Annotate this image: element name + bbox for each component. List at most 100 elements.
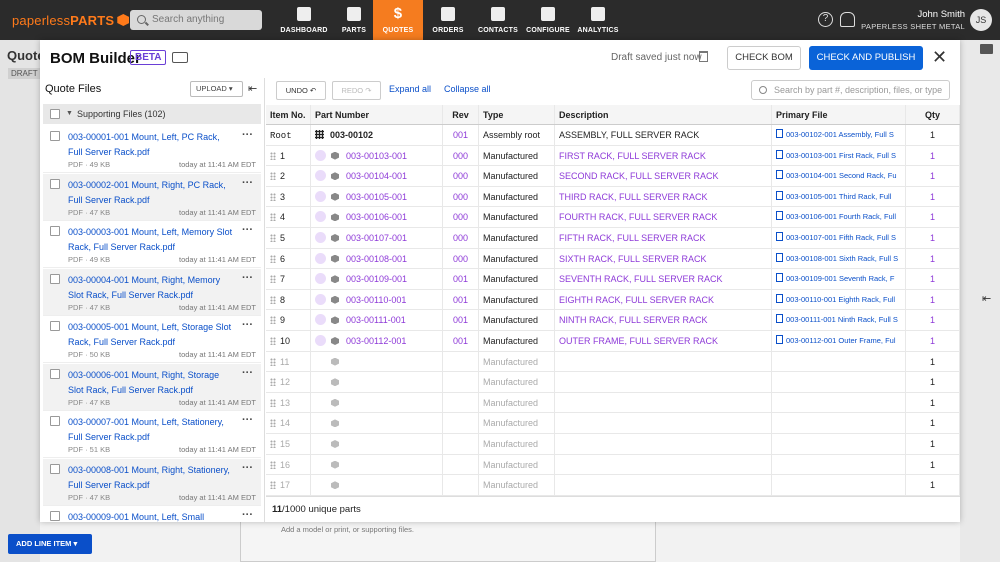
primary-file-link[interactable]: 003-00105-001 Third Rack, Full [786, 192, 891, 201]
file-checkbox[interactable] [50, 511, 60, 521]
drag-handle-icon[interactable] [270, 460, 276, 469]
drag-handle-icon[interactable] [270, 254, 276, 263]
primary-file-cell[interactable]: 003-00106-001 Fourth Rack, Full [772, 207, 906, 227]
type-cell[interactable]: Manufactured [479, 228, 555, 248]
add-model-dropzone[interactable]: Add a model or print, or supporting file… [240, 520, 656, 562]
more-options-icon[interactable]: ··· [242, 367, 253, 379]
bom-search-input[interactable]: Search by part #, description, files, or… [751, 80, 950, 100]
primary-file-cell[interactable] [772, 434, 906, 454]
quantity-cell[interactable]: 1 [906, 228, 960, 248]
nav-contacts[interactable]: CONTACTS [473, 0, 523, 40]
part-number-cell[interactable] [311, 413, 443, 433]
file-checkbox[interactable] [50, 131, 60, 141]
description-cell[interactable]: OUTER FRAME, FULL SERVER RACK [555, 331, 772, 351]
primary-file-link[interactable]: 003-00110-001 Eighth Rack, Full [786, 295, 895, 304]
file-item[interactable]: 003-00007-001 Mount, Left, Stationery, F… [43, 411, 261, 458]
type-cell[interactable]: Manufactured [479, 372, 555, 392]
collapse-panel-icon[interactable]: ⇤ [982, 292, 991, 305]
close-icon[interactable]: ✕ [932, 47, 947, 68]
drag-handle-icon[interactable] [270, 295, 276, 304]
revision-cell[interactable] [443, 392, 479, 413]
description-cell[interactable]: FIFTH RACK, FULL SERVER RACK [555, 228, 772, 248]
quantity-cell[interactable]: 1 [906, 475, 960, 495]
table-row[interactable]: 6 003-00108-001 000 Manufactured SIXTH RACK,… [266, 248, 960, 270]
part-number-cell[interactable]: 003-00109-001 [311, 269, 443, 289]
file-checkbox[interactable] [50, 416, 60, 426]
primary-file-cell[interactable]: 003-00108-001 Sixth Rack, Full S [772, 248, 906, 269]
more-options-icon[interactable]: ··· [242, 414, 253, 426]
quantity-cell[interactable]: 1 [906, 392, 960, 413]
quantity-cell[interactable]: 1 [906, 186, 960, 207]
quantity-cell[interactable]: 1 [906, 269, 960, 289]
table-row[interactable]: 11 Manufactured 1 [266, 351, 960, 373]
part-number-cell[interactable]: 003-00107-001 [311, 228, 443, 248]
ai-sparkle-icon[interactable] [315, 252, 326, 264]
description-cell[interactable]: FIRST RACK, FULL SERVER RACK [555, 145, 772, 166]
drag-handle-icon[interactable] [270, 337, 276, 345]
collapse-all-link[interactable]: Collapse all [444, 84, 491, 94]
revision-cell[interactable]: 001 [443, 269, 479, 289]
drag-handle-icon[interactable] [270, 234, 276, 242]
part-number-cell[interactable]: 003-00106-001 [311, 207, 443, 227]
revision-cell[interactable]: 000 [443, 145, 479, 166]
table-row[interactable]: 7 003-00109-001 001 Manufactured SEVENTH RAC… [266, 269, 960, 290]
ai-sparkle-icon[interactable] [315, 232, 326, 243]
description-cell[interactable] [555, 475, 772, 495]
root-row[interactable]: Root 003-00102 001 Assembly root ASSEMBLY, F… [266, 125, 960, 146]
paperless-parts-logo[interactable]: paperlessPARTS [12, 13, 130, 28]
file-item[interactable]: 003-00001-001 Mount, Left, PC Rack, Full… [43, 126, 261, 173]
type-cell[interactable]: Manufactured [479, 145, 555, 166]
drag-handle-icon[interactable] [270, 378, 276, 387]
more-options-icon[interactable]: ··· [242, 319, 253, 331]
quantity-cell[interactable]: 1 [906, 207, 960, 227]
part-number-cell[interactable]: 003-00105-001 [311, 186, 443, 207]
table-row[interactable]: 14 Manufactured 1 [266, 413, 960, 434]
file-item[interactable]: 003-00003-001 Mount, Left, Memory Slot R… [43, 221, 261, 268]
drag-handle-icon[interactable] [270, 440, 276, 448]
part-number-cell[interactable] [311, 392, 443, 413]
collapse-files-panel-icon[interactable]: ⇤ [248, 82, 257, 95]
quantity-cell[interactable]: 1 [906, 351, 960, 372]
primary-file-cell[interactable]: 003-00109-001 Seventh Rack, F [772, 269, 906, 289]
table-row[interactable]: 9 003-00111-001 001 Manufactured NINTH RACK,… [266, 310, 960, 331]
file-name-link[interactable]: 003-00004-001 Mount, Right, Memory Slot … [68, 273, 233, 303]
part-number-cell[interactable] [311, 454, 443, 475]
file-item[interactable]: 003-00002-001 Mount, Right, PC Rack, Ful… [43, 173, 261, 221]
quantity-cell[interactable]: 1 [906, 125, 960, 145]
file-item[interactable]: 003-00008-001 Mount, Right, Stationery, … [43, 458, 261, 506]
primary-file-cell[interactable]: 003-00105-001 Third Rack, Full [772, 186, 906, 207]
upload-button[interactable]: UPLOAD ▾ [190, 81, 243, 97]
primary-file-link[interactable]: 003-00103-001 First Rack, Full S [786, 151, 896, 160]
column-header[interactable]: Type [479, 105, 555, 124]
expand-all-link[interactable]: Expand all [389, 84, 431, 94]
part-number-cell[interactable] [311, 475, 443, 495]
revision-cell[interactable]: 001 [443, 310, 479, 330]
type-cell[interactable]: Manufactured [479, 351, 555, 372]
ai-sparkle-icon[interactable] [315, 190, 326, 202]
table-row[interactable]: 2 003-00104-001 000 Manufactured SECOND RACK… [266, 166, 960, 187]
revision-cell[interactable] [443, 372, 479, 392]
primary-file-cell[interactable] [772, 413, 906, 433]
part-number-cell[interactable]: 003-00110-001 [311, 289, 443, 310]
file-checkbox[interactable] [50, 321, 60, 331]
nav-configure[interactable]: CONFIGURE [523, 0, 573, 40]
primary-file-link[interactable]: 003-00109-001 Seventh Rack, F [786, 274, 894, 283]
description-cell[interactable] [555, 434, 772, 454]
primary-file-link[interactable]: 003-00104-001 Second Rack, Fu [786, 171, 897, 180]
description-cell[interactable]: FOURTH RACK, FULL SERVER RACK [555, 207, 772, 227]
revision-cell[interactable]: 001 [443, 289, 479, 310]
file-name-link[interactable]: 003-00009-001 Mount, Left, Small [68, 510, 233, 522]
file-name-link[interactable]: 003-00005-001 Mount, Left, Storage Slot … [68, 320, 233, 350]
description-cell[interactable]: SEVENTH RACK, FULL SERVER RACK [555, 269, 772, 289]
ai-sparkle-icon[interactable] [315, 149, 326, 161]
table-row[interactable]: 1 003-00103-001 000 Manufactured FIRST RACK,… [266, 145, 960, 167]
type-cell[interactable]: Manufactured [479, 248, 555, 269]
avatar[interactable]: JS [970, 9, 992, 31]
type-cell[interactable]: Manufactured [479, 166, 555, 186]
more-options-icon[interactable]: ··· [242, 272, 253, 284]
type-cell[interactable]: Assembly root [479, 125, 555, 145]
primary-file-cell[interactable]: 003-00107-001 Fifth Rack, Full S [772, 228, 906, 248]
primary-file-cell[interactable]: 003-00102-001 Assembly, Full S [772, 125, 906, 145]
revision-cell[interactable] [443, 413, 479, 433]
quantity-cell[interactable]: 1 [906, 413, 960, 433]
